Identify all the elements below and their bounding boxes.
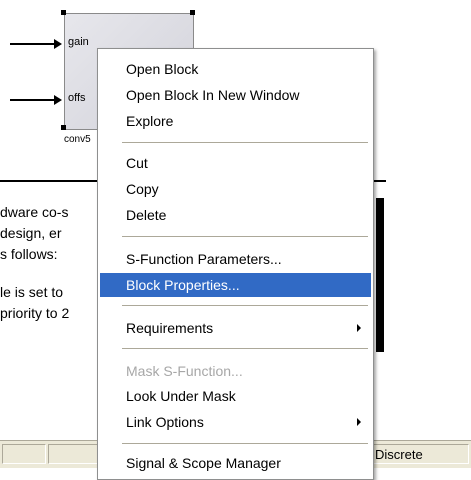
menu-item-cut[interactable]: Cut — [100, 151, 371, 175]
menu-item-link-options[interactable]: Link Options — [100, 410, 371, 434]
menu-item-open-block[interactable]: Open Block — [100, 57, 371, 81]
menu-item-look-under-mask[interactable]: Look Under Mask — [100, 384, 371, 408]
menu-item-open-block-new-window[interactable]: Open Block In New Window — [100, 83, 371, 107]
status-cell — [2, 444, 46, 464]
menu-item-copy[interactable]: Copy — [100, 177, 371, 201]
context-menu: Open Block Open Block In New Window Expl… — [97, 48, 374, 480]
port-label-gain: gain — [68, 36, 89, 48]
submenu-arrow-icon — [357, 324, 361, 332]
status-cell — [48, 444, 98, 464]
block-name-label[interactable]: conv5 — [64, 134, 91, 145]
menu-item-mask-sfunction: Mask S-Function... — [126, 363, 243, 379]
menu-separator — [122, 236, 368, 237]
description-line: design, er — [0, 225, 62, 241]
menu-item-block-properties[interactable]: Block Properties... — [100, 273, 371, 297]
menu-item-requirements[interactable]: Requirements — [100, 316, 371, 340]
description-line: dware co-s — [0, 204, 69, 220]
menu-separator — [122, 305, 368, 306]
menu-item-delete[interactable]: Delete — [100, 203, 371, 227]
selection-handle[interactable] — [61, 125, 66, 130]
gain-signal-line[interactable] — [10, 43, 54, 45]
menu-item-explore[interactable]: Explore — [100, 109, 371, 133]
status-solver: Discrete — [370, 444, 469, 464]
gain-arrow-icon — [54, 39, 62, 49]
description-line: priority to 2 — [0, 305, 70, 321]
description-line: s follows: — [0, 246, 58, 262]
selection-handle[interactable] — [190, 10, 195, 15]
menu-item-signal-scope-manager[interactable]: Signal & Scope Manager — [100, 451, 371, 475]
selection-handle[interactable] — [61, 10, 66, 15]
description-line: le is set to — [0, 284, 64, 300]
offset-arrow-icon — [54, 95, 62, 105]
menu-separator — [122, 142, 368, 143]
menu-item-sfunction-parameters[interactable]: S-Function Parameters... — [100, 247, 371, 271]
description-box-edge — [376, 198, 384, 352]
port-label-offset: offs — [68, 92, 86, 104]
menu-separator — [122, 348, 368, 349]
menu-separator — [122, 443, 368, 444]
offset-signal-line[interactable] — [10, 99, 54, 101]
submenu-arrow-icon — [357, 418, 361, 426]
